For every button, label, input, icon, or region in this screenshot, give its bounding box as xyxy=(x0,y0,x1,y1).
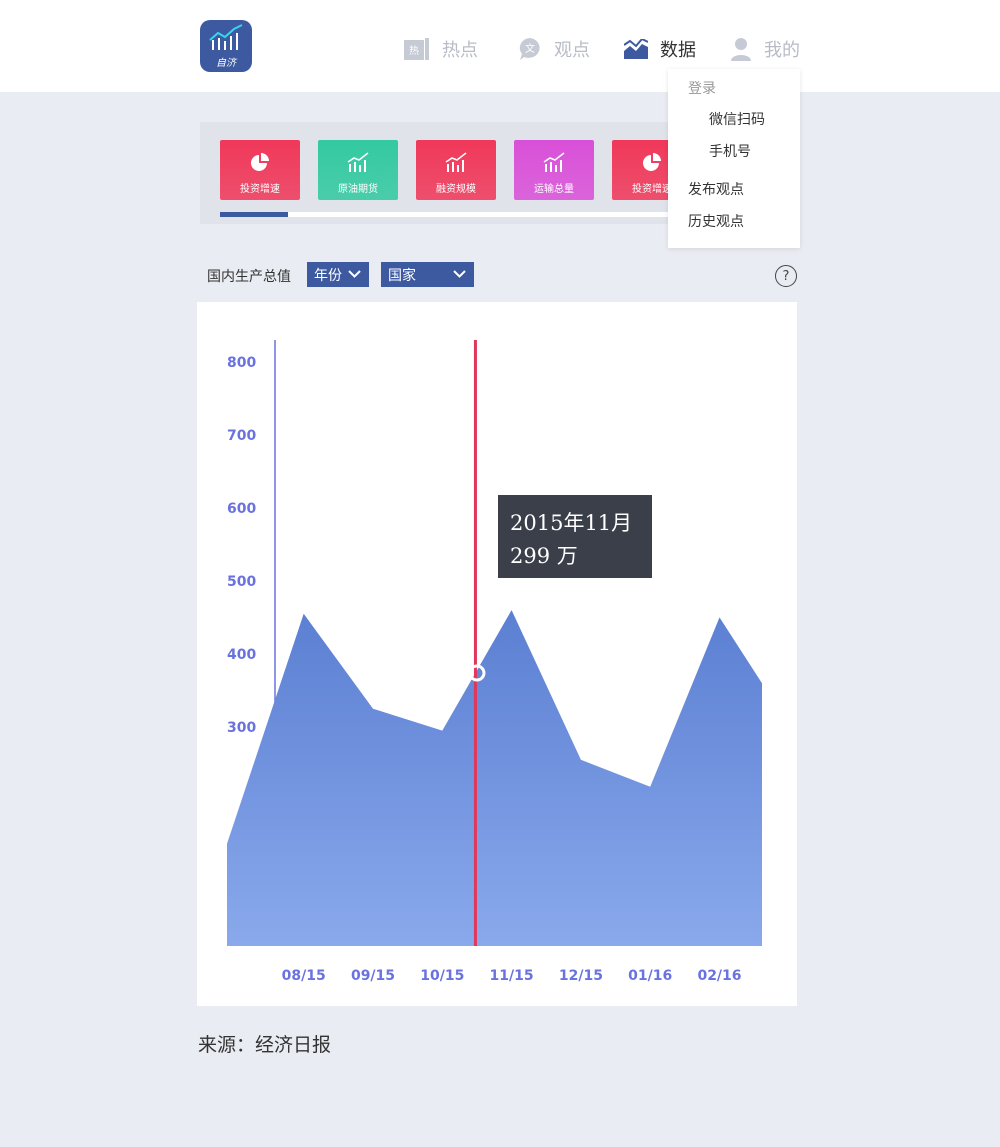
nav-label: 我的 xyxy=(764,40,800,61)
dropdown-item-publish[interactable]: 发布观点 xyxy=(688,179,744,199)
nav-label: 热点 xyxy=(442,40,478,61)
chart-tooltip: 2015年11月 299 万 xyxy=(498,495,652,578)
y-tick-label: 300 xyxy=(227,720,256,736)
svg-text:文: 文 xyxy=(525,42,535,55)
pie-icon xyxy=(220,152,300,172)
area-series xyxy=(227,610,762,946)
x-tick-label: 10/15 xyxy=(420,968,464,984)
nav-mine[interactable]: 我的 xyxy=(730,34,800,64)
bar-chart-icon xyxy=(416,152,496,172)
nav-data[interactable]: 数据 xyxy=(624,34,696,64)
dropdown-item-history[interactable]: 历史观点 xyxy=(688,211,744,231)
category-label: 投资增速 xyxy=(240,184,280,195)
nav-label: 观点 xyxy=(554,40,590,61)
category-tile-financing-scale[interactable]: 融资规模 xyxy=(416,140,496,200)
category-label: 运输总量 xyxy=(534,184,574,195)
x-tick-label: 12/15 xyxy=(559,968,603,984)
tooltip-value: 299 万 xyxy=(510,544,578,568)
x-tick-label: 11/15 xyxy=(490,968,534,984)
indicator-label: 国内生产总值 xyxy=(207,269,291,285)
year-select[interactable]: 年份 xyxy=(307,262,369,287)
nav-label: 数据 xyxy=(660,40,696,61)
data-source: 来源：经济日报 xyxy=(198,1034,332,1056)
svg-text:热: 热 xyxy=(409,44,419,57)
category-tile-transport-total[interactable]: 运输总量 xyxy=(514,140,594,200)
category-scroll-thumb[interactable] xyxy=(220,212,288,217)
y-tick-label: 400 xyxy=(227,647,256,663)
bar-chart-icon xyxy=(318,152,398,172)
bar-chart-icon xyxy=(514,152,594,172)
chevron-down-icon xyxy=(348,270,361,278)
chart-logo-icon xyxy=(209,24,243,50)
chart-card: 10030040050060070080008/1509/1510/1511/1… xyxy=(197,302,797,1006)
tooltip-date: 2015年11月 xyxy=(510,511,633,535)
x-tick-label: 08/15 xyxy=(282,968,326,984)
help-icon[interactable]: ? xyxy=(775,265,797,287)
dropdown-item-phone[interactable]: 手机号 xyxy=(709,141,751,161)
hot-icon: 热 xyxy=(404,38,430,60)
nav-opinion[interactable]: 文 观点 xyxy=(518,34,590,64)
country-select-value: 国家 xyxy=(388,267,416,284)
country-select[interactable]: 国家 xyxy=(381,262,474,287)
category-label: 原油期货 xyxy=(338,184,378,195)
dropdown-item-wechat-scan[interactable]: 微信扫码 xyxy=(709,109,765,129)
y-tick-label: 800 xyxy=(227,355,256,371)
user-icon xyxy=(730,37,752,61)
dropdown-header-login: 登录 xyxy=(688,81,716,97)
opinion-icon: 文 xyxy=(518,37,542,61)
y-tick-label: 700 xyxy=(227,428,256,444)
logo-text: 自济 xyxy=(216,58,236,69)
chevron-down-icon xyxy=(453,270,466,278)
area-chart[interactable]: 10030040050060070080008/1509/1510/1511/1… xyxy=(197,302,797,1006)
category-tile-investment-growth[interactable]: 投资增速 xyxy=(220,140,300,200)
x-tick-label: 09/15 xyxy=(351,968,395,984)
y-tick-label: 500 xyxy=(227,574,256,590)
category-tile-crude-futures[interactable]: 原油期货 xyxy=(318,140,398,200)
user-dropdown-menu: 登录 微信扫码 手机号 发布观点 历史观点 xyxy=(668,69,800,248)
nav-hot[interactable]: 热 热点 xyxy=(404,34,478,64)
category-label: 融资规模 xyxy=(436,184,476,195)
year-select-value: 年份 xyxy=(314,267,342,284)
x-tick-label: 01/16 xyxy=(628,968,672,984)
data-chart-icon xyxy=(624,39,648,59)
app-logo[interactable]: 自济 xyxy=(200,20,252,72)
x-tick-label: 02/16 xyxy=(697,968,741,984)
y-tick-label: 600 xyxy=(227,501,256,517)
top-bar: 自济 热 热点 文 观点 数据 我的 xyxy=(0,0,1000,92)
